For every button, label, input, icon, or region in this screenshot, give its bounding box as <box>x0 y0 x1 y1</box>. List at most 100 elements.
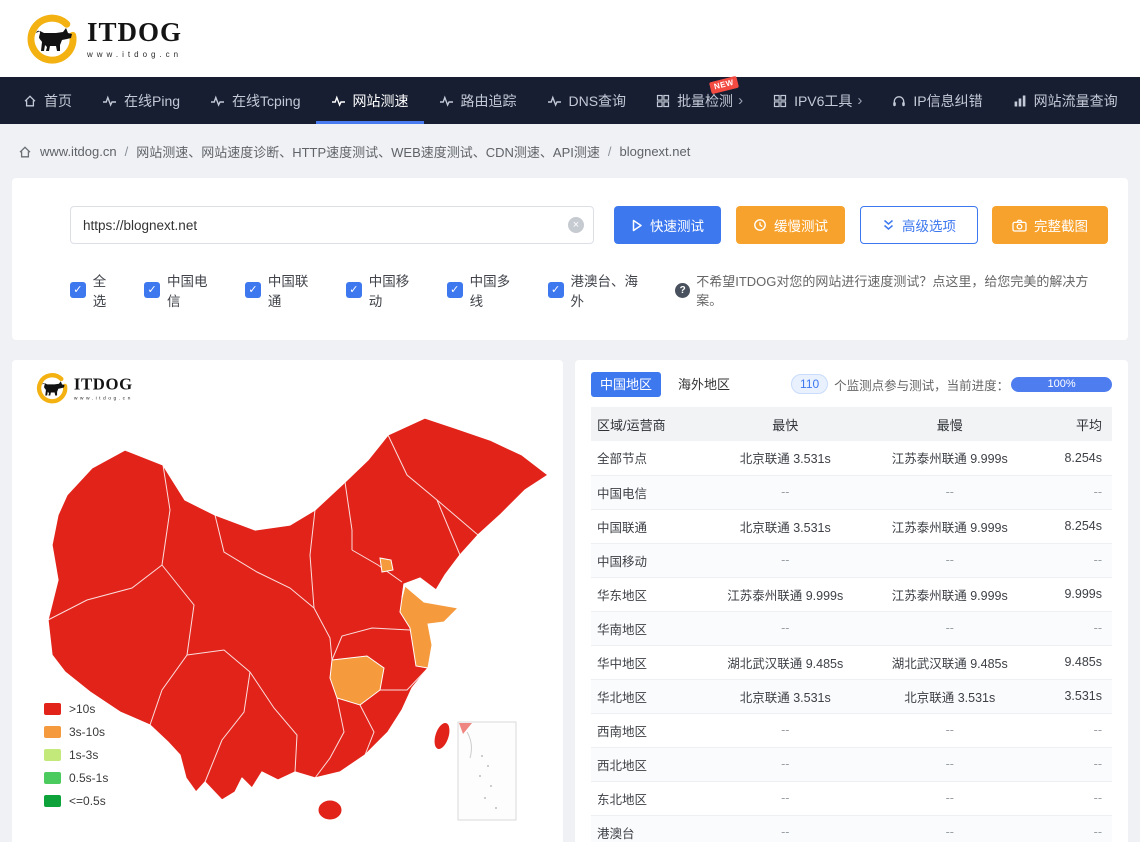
legend-label: 1s-3s <box>69 748 98 762</box>
results-table-head-row: 区域/运营商最快最慢平均 <box>591 407 1112 441</box>
question-icon: ? <box>675 283 690 298</box>
legend-item[interactable]: 1s-3s <box>44 748 108 762</box>
table-cell: 湖北武汉联通 9.485s <box>703 645 868 679</box>
table-cell: 9.999s <box>1032 577 1112 611</box>
breadcrumb-section[interactable]: 网站测速、网站速度诊断、HTTP速度测试、WEB速度测试、CDN测速、API测速 <box>136 142 600 161</box>
table-cell: -- <box>703 543 868 577</box>
nav-item[interactable]: 在线Tcping <box>195 77 315 124</box>
table-row: 全部节点北京联通 3.531s江苏泰州联通 9.999s8.254s <box>591 441 1112 475</box>
nav-item[interactable]: 网站流量查询 <box>998 77 1133 124</box>
table-cell: 9.485s <box>1032 645 1112 679</box>
table-cell: -- <box>1032 713 1112 747</box>
double-chevron-down-icon <box>882 218 895 232</box>
nav-item[interactable]: 网站测速 <box>316 77 424 124</box>
progress-bar: 100% <box>1011 377 1112 392</box>
checkbox-item[interactable]: ✓全选 <box>70 270 119 310</box>
slow-test-button[interactable]: 缓慢测试 <box>736 206 845 244</box>
checkbox[interactable]: ✓ <box>245 282 261 298</box>
checkbox[interactable]: ✓ <box>70 282 86 298</box>
table-row: 中国联通北京联通 3.531s江苏泰州联通 9.999s8.254s <box>591 509 1112 543</box>
brand-name: ITDOG <box>87 19 182 46</box>
table-cell: 西北地区 <box>591 747 703 781</box>
checkbox[interactable]: ✓ <box>346 282 362 298</box>
brand-logo[interactable]: ITDOG www.itdog.cn <box>26 13 182 65</box>
map-legend: >10s 3s-10s 1s-3s 0.5s-1s <=0.5s <box>44 702 108 817</box>
legend-label: 3s-10s <box>69 725 105 739</box>
brand-domain: www.itdog.cn <box>87 50 182 59</box>
quick-test-button[interactable]: 快速测试 <box>614 206 721 244</box>
results-panel: 中国地区海外地区 110 个监测点参与测试，当前进度： 100% 区域/运营商最… <box>575 360 1128 842</box>
clear-input-icon[interactable]: × <box>568 217 584 233</box>
map-watermark-logo: ITDOG www.itdog.cn <box>36 372 133 404</box>
table-cell: -- <box>1032 543 1112 577</box>
play-icon <box>631 219 643 232</box>
legend-label: <=0.5s <box>69 794 106 808</box>
table-cell: -- <box>703 815 868 842</box>
checkbox[interactable]: ✓ <box>447 282 463 298</box>
breadcrumb-current: blognext.net <box>620 144 691 159</box>
checkbox-item[interactable]: ✓ 中国联通 <box>245 270 321 310</box>
url-input[interactable] <box>70 206 594 244</box>
clock-icon <box>753 218 767 232</box>
legend-item[interactable]: 3s-10s <box>44 725 108 739</box>
column-header: 最慢 <box>868 407 1033 441</box>
table-cell: 中国电信 <box>591 475 703 509</box>
table-cell: 北京联通 3.531s <box>703 509 868 543</box>
table-cell: 华东地区 <box>591 577 703 611</box>
tab-china-region[interactable]: 中国地区 <box>591 372 661 397</box>
table-cell: -- <box>703 611 868 645</box>
table-cell: -- <box>703 747 868 781</box>
nav-item[interactable]: IPV6工具› <box>758 77 877 124</box>
region-taiwan <box>431 721 453 752</box>
breadcrumb-separator: / <box>125 144 129 159</box>
nav-item[interactable]: DNS查询 <box>532 77 642 124</box>
table-cell: 东北地区 <box>591 781 703 815</box>
table-cell: 北京联通 3.531s <box>868 679 1033 713</box>
table-cell: 华中地区 <box>591 645 703 679</box>
table-row: 中国移动------ <box>591 543 1112 577</box>
checkbox-label: 中国联通 <box>268 270 321 310</box>
checkbox[interactable]: ✓ <box>548 282 564 298</box>
nav-item[interactable]: 在线Ping <box>87 77 195 124</box>
legend-label: >10s <box>69 702 95 716</box>
progress-label: 100% <box>1048 378 1076 390</box>
nav-item-label: 网站流量查询 <box>1034 91 1118 111</box>
nav-item[interactable]: 首页 <box>8 77 87 124</box>
checkbox-item[interactable]: ✓中国多线 <box>447 270 523 310</box>
pulse-icon <box>102 94 117 108</box>
table-cell: -- <box>868 747 1033 781</box>
legend-swatch <box>44 703 61 715</box>
table-cell: 3.531s <box>1032 679 1112 713</box>
dog-logo-icon <box>26 13 78 65</box>
table-cell: -- <box>1032 815 1112 842</box>
full-screenshot-button[interactable]: 完整截图 <box>992 206 1108 244</box>
nav-item[interactable]: 批量检测›NEW <box>641 77 758 124</box>
table-cell: 港澳台 <box>591 815 703 842</box>
nav-item-label: IPV6工具 <box>794 91 852 111</box>
region-beijing <box>380 558 393 572</box>
nav-item-label: 网站测速 <box>353 91 409 111</box>
solution-link[interactable]: 点这里 <box>932 274 971 289</box>
nav-item-label: 首页 <box>44 91 72 111</box>
checkbox-item[interactable]: ✓中国移动 <box>346 270 422 310</box>
tab-overseas-region[interactable]: 海外地区 <box>669 372 739 397</box>
checkbox-item[interactable]: ✓港澳台、海外 <box>548 270 650 310</box>
table-cell: 江苏泰州联通 9.999s <box>868 441 1033 475</box>
checkbox-item[interactable]: ✓中国电信 <box>144 270 220 310</box>
legend-item[interactable]: 0.5s-1s <box>44 771 108 785</box>
advanced-options-button[interactable]: 高级选项 <box>860 206 978 244</box>
legend-swatch <box>44 795 61 807</box>
nav-item-label: 在线Tcping <box>232 91 300 111</box>
table-cell: -- <box>1032 747 1112 781</box>
table-cell: -- <box>1032 475 1112 509</box>
results-table-body: 全部节点北京联通 3.531s江苏泰州联通 9.999s8.254s中国电信--… <box>591 441 1112 842</box>
legend-item[interactable]: >10s <box>44 702 108 716</box>
breadcrumb-home[interactable]: www.itdog.cn <box>40 144 117 159</box>
nav-item[interactable]: 路由追踪 <box>424 77 532 124</box>
nav-item[interactable]: IP信息纠错 <box>877 77 997 124</box>
legend-item[interactable]: <=0.5s <box>44 794 108 808</box>
checkbox[interactable]: ✓ <box>144 282 160 298</box>
breadcrumb: www.itdog.cn / 网站测速、网站速度诊断、HTTP速度测试、WEB速… <box>0 124 1140 178</box>
nav-item-label: DNS查询 <box>569 91 627 111</box>
table-cell: 中国移动 <box>591 543 703 577</box>
